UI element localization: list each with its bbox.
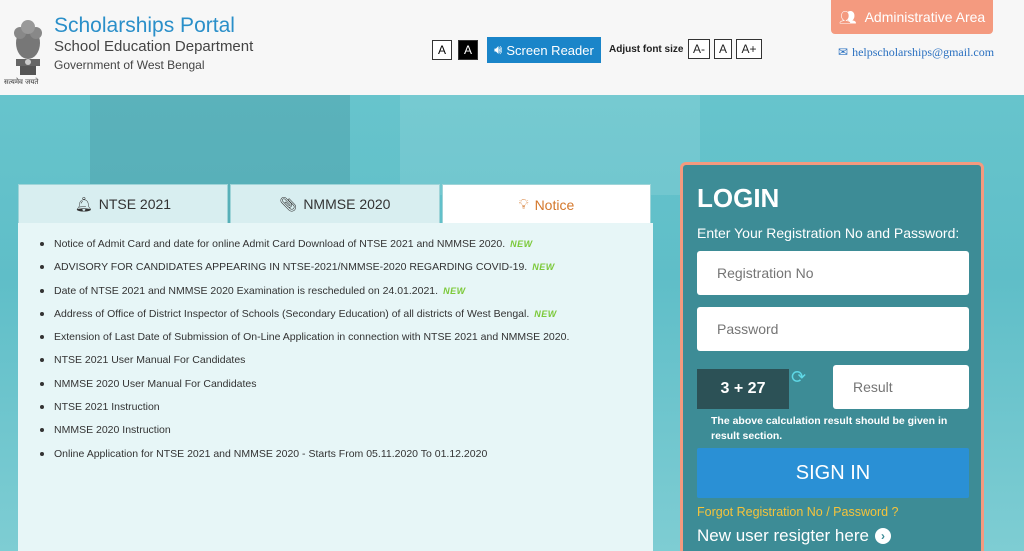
new-badge: NEW <box>534 308 557 319</box>
notice-list: Notice of Admit Card and date for online… <box>38 237 633 470</box>
speaker-icon: 🔊︎ <box>494 42 503 57</box>
new-badge: NEW <box>510 239 533 249</box>
login-panel: LOGIN Enter Your Registration No and Pas… <box>680 162 984 551</box>
list-item[interactable]: ADVISORY FOR CANDIDATES APPEARING IN NTS… <box>38 260 633 283</box>
captcha-note: The above calculation result should be g… <box>711 415 948 442</box>
national-emblem-icon <box>14 20 42 75</box>
list-item[interactable]: Extension of Last Date of Submission of … <box>38 330 633 353</box>
forgot-credentials-link[interactable]: Forgot Registration No / Password ? <box>697 505 898 519</box>
list-item[interactable]: Notice of Admit Card and date for online… <box>38 237 633 260</box>
notice-tabs: 🔔︎ NTSE 2021 📎︎ NMMSE 2020 💡︎ Notice <box>18 184 651 224</box>
captcha-result-input[interactable] <box>833 365 969 409</box>
captcha-expression: 3 + 27 <box>697 369 789 409</box>
new-user-register-link[interactable]: New user resigter here › <box>697 526 891 546</box>
tab-label: Notice <box>534 196 575 213</box>
tab-notice[interactable]: 💡︎ Notice <box>442 184 651 224</box>
help-email-link[interactable]: ✉ helpscholarships@gmail.com <box>838 45 994 60</box>
screen-reader-label: Screen Reader <box>506 42 594 58</box>
emblem-motto: सत्यमेव जयते <box>4 78 39 86</box>
password-input[interactable] <box>697 307 969 351</box>
list-item[interactable]: NTSE 2021 User Manual For Candidates <box>38 353 633 376</box>
administrative-area-button[interactable]: 👥︎ Administrative Area <box>831 0 993 34</box>
paperclip-icon: 📎︎ <box>279 195 298 212</box>
administrative-area-label: Administrative Area <box>864 9 986 25</box>
department-name: School Education Department <box>54 38 254 55</box>
new-badge: NEW <box>443 285 466 296</box>
list-item[interactable]: NMMSE 2020 User Manual For Candidates <box>38 377 633 400</box>
bell-icon: 🔔︎ <box>74 195 93 212</box>
tab-label: NMMSE 2020 <box>303 196 391 212</box>
list-item[interactable]: Address of Office of District Inspector … <box>38 307 633 330</box>
font-decrease-button[interactable]: A- <box>688 39 710 59</box>
site-title[interactable]: Scholarships Portal <box>54 14 235 38</box>
users-icon: 👥︎ <box>838 8 857 25</box>
list-item[interactable]: NMMSE 2020 Instruction <box>38 423 633 446</box>
chevron-right-icon: › <box>874 528 891 544</box>
tab-label: NTSE 2021 <box>98 196 172 212</box>
list-item[interactable]: NTSE 2021 Instruction <box>38 400 633 423</box>
sign-in-button[interactable]: SIGN IN <box>697 448 969 498</box>
site-header: सत्यमेव जयते Scholarships Portal School … <box>0 0 1024 95</box>
registration-input[interactable] <box>697 251 969 295</box>
lightbulb-icon: 💡︎ <box>518 196 529 212</box>
new-badge: NEW <box>532 262 555 273</box>
refresh-icon[interactable]: ⟳ <box>791 367 806 388</box>
tab-ntse-2021[interactable]: 🔔︎ NTSE 2021 <box>18 184 228 223</box>
contrast-normal-button[interactable]: A <box>432 40 452 60</box>
help-email-text: helpscholarships@gmail.com <box>852 45 995 59</box>
contrast-high-button[interactable]: A <box>458 40 478 60</box>
notice-panel: Notice of Admit Card and date for online… <box>18 223 653 551</box>
adjust-font-label: Adjust font size <box>609 44 684 55</box>
tab-nmmse-2020[interactable]: 📎︎ NMMSE 2020 <box>230 184 440 223</box>
font-normal-button[interactable]: A <box>714 39 732 59</box>
login-subtitle: Enter Your Registration No and Password: <box>697 225 960 241</box>
list-item[interactable]: Online Application for NTSE 2021 and NMM… <box>38 447 633 470</box>
envelope-icon: ✉ <box>838 45 849 59</box>
screen-reader-button[interactable]: 🔊︎ Screen Reader <box>487 37 601 63</box>
government-name: Government of West Bengal <box>54 58 205 72</box>
login-title: LOGIN <box>697 183 780 213</box>
new-user-label: New user resigter here <box>697 526 869 545</box>
font-increase-button[interactable]: A+ <box>736 39 762 59</box>
list-item[interactable]: Date of NTSE 2021 and NMMSE 2020 Examina… <box>38 284 633 307</box>
